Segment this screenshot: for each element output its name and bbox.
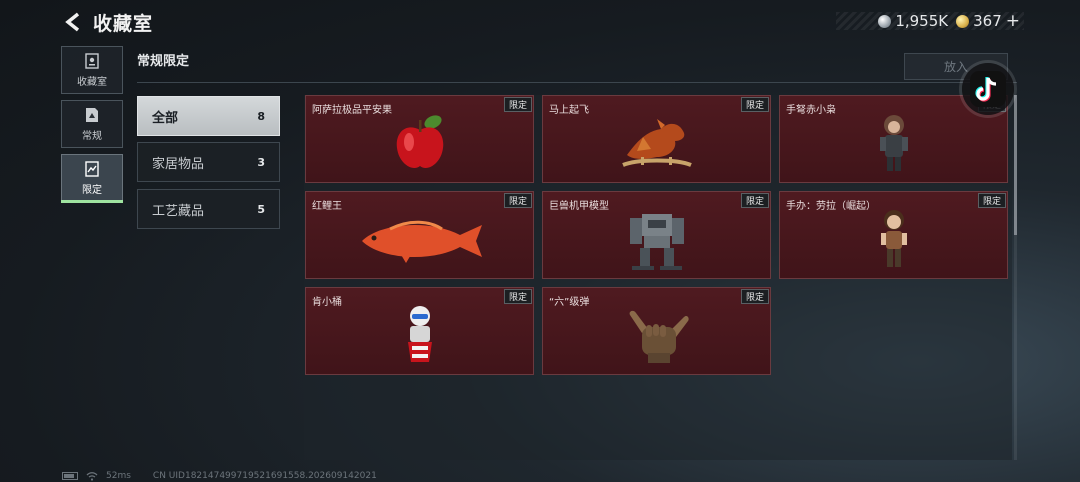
flying-horse-art: [543, 106, 770, 180]
limited-tag: 限定: [504, 289, 532, 304]
red-carp-art: [306, 202, 533, 276]
wifi-icon: [86, 472, 98, 481]
item-name: 手弩赤小枭: [786, 105, 836, 116]
rail-item-limited[interactable]: 限定: [61, 154, 123, 203]
limited-tag: 限定: [504, 97, 532, 112]
item-card[interactable]: 阿萨拉极品平安果 限定: [305, 95, 534, 183]
item-name: 马上起飞: [549, 105, 589, 116]
limited-tag: 限定: [741, 97, 769, 112]
currency-bar: 1,955K 367 +: [836, 11, 1024, 31]
limited-tag: 限定: [741, 193, 769, 208]
silver-coin-icon: [878, 14, 892, 28]
top-bar: 收藏室 1,955K 367 +: [0, 0, 1080, 44]
battery-icon: [62, 472, 78, 480]
regular-icon: [86, 108, 98, 122]
category-name: 家居物品: [152, 156, 205, 172]
scrollbar-thumb[interactable]: [1014, 95, 1017, 235]
category-craft[interactable]: 工艺藏品 5: [137, 189, 280, 229]
mech-model-art: [543, 202, 770, 276]
gold-value: 367: [973, 12, 1002, 30]
back-arrow-icon: [65, 12, 80, 32]
item-name: 红鲤王: [312, 201, 342, 212]
limited-tag: 限定: [504, 193, 532, 208]
limited-tag: 限定: [741, 289, 769, 304]
item-card[interactable]: 马上起飞 限定: [542, 95, 771, 183]
music-note-icon: [970, 71, 1006, 107]
gold-balance[interactable]: 367 +: [956, 11, 1020, 31]
limited-tag: 限定: [978, 193, 1006, 208]
item-name: 巨兽机甲模型: [549, 201, 609, 212]
item-card[interactable]: 手办：劳拉（崛起） 限定: [779, 191, 1008, 279]
category-household[interactable]: 家居物品 3: [137, 142, 280, 182]
item-card[interactable]: 肯小桶 限定: [305, 287, 534, 375]
category-count: 5: [257, 202, 265, 216]
back-button[interactable]: [60, 10, 86, 34]
gold-coin-icon: [956, 14, 970, 28]
collection-room-icon: [85, 53, 99, 69]
rail-item-collection-room[interactable]: 收藏室: [61, 46, 123, 94]
floating-app-button[interactable]: [962, 63, 1014, 115]
divider: [137, 82, 1017, 83]
uid-text: CN UID18214749971952169155​8.20260914202…: [152, 471, 377, 481]
silver-balance: 1,955K: [878, 12, 948, 30]
category-count: 3: [257, 155, 265, 169]
apple-art: [306, 106, 533, 180]
rail-item-label: 收藏室: [77, 77, 107, 88]
category-all[interactable]: 全部 8: [137, 96, 280, 136]
limited-icon: [85, 161, 99, 177]
item-card[interactable]: 巨兽机甲模型 限定: [542, 191, 771, 279]
status-bar: 52ms CN UID18214749971952169155​8.202609…: [62, 470, 377, 482]
item-name: 肯小桶: [312, 297, 342, 308]
item-name: 手办：劳拉（崛起）: [786, 201, 876, 212]
section-title: 常规限定: [137, 54, 190, 69]
category-count: 8: [257, 109, 265, 123]
bucket-mascot-art: [306, 298, 533, 372]
hooded-figure-art: [780, 106, 1007, 180]
shaka-hand-art: [543, 298, 770, 372]
rail-item-label: 常规: [82, 131, 102, 142]
rail-item-regular[interactable]: 常规: [61, 100, 123, 148]
item-name: “六”级弹: [549, 297, 590, 308]
rail-item-label: 限定: [82, 185, 102, 196]
add-currency-button[interactable]: +: [1006, 11, 1020, 31]
category-name: 全部: [152, 110, 179, 126]
ping-value: 52ms: [106, 471, 131, 481]
silver-value: 1,955K: [895, 12, 949, 30]
item-card[interactable]: “六”级弹 限定: [542, 287, 771, 375]
item-card[interactable]: 红鲤王 限定: [305, 191, 534, 279]
item-name: 阿萨拉极品平安果: [312, 105, 392, 116]
lara-figure-art: [780, 202, 1007, 276]
page-title: 收藏室: [93, 13, 154, 35]
category-name: 工艺藏品: [152, 203, 205, 219]
